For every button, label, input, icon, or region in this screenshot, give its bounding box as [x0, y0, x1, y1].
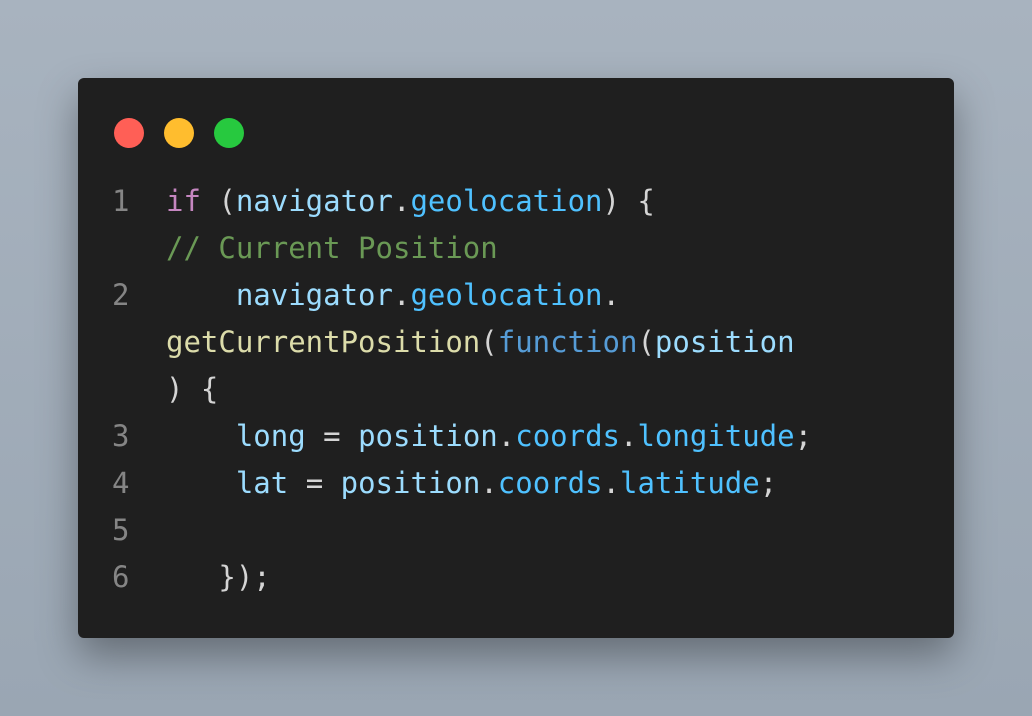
- line-number: [78, 319, 166, 366]
- code-token: geolocation: [410, 184, 603, 218]
- line-number: 6: [112, 560, 130, 594]
- code-token: coords: [497, 466, 603, 500]
- code-line: 4 lat = position.coords.latitude;: [78, 460, 954, 507]
- code-token: (: [480, 325, 498, 359]
- line-number: [78, 225, 166, 272]
- code-token: .: [392, 278, 411, 312]
- code-token: .: [480, 466, 498, 500]
- line-number: 5: [112, 513, 130, 547]
- code-token: getCurrentPosition: [166, 325, 481, 359]
- line-text: getCurrentPosition(function(position: [166, 319, 795, 366]
- code-line: 1 if (navigator.geolocation) {: [78, 178, 954, 225]
- code-token: ;: [759, 466, 778, 500]
- line-text: });: [166, 554, 271, 601]
- code-token: // Current Position: [166, 231, 498, 265]
- line-text: navigator.geolocation.: [166, 272, 620, 319]
- code-window: 1 if (navigator.geolocation) {// Current …: [78, 78, 954, 638]
- code-token: (: [200, 184, 236, 218]
- code-token: ) {: [602, 184, 655, 218]
- code-token: (: [637, 325, 655, 359]
- code-token: .: [392, 184, 411, 218]
- code-token: =: [288, 466, 341, 500]
- code-line: // Current Position: [78, 225, 954, 272]
- code-token: function: [497, 325, 638, 359]
- line-number: 3: [112, 419, 130, 453]
- close-button[interactable]: [114, 118, 144, 148]
- window-controls: [114, 118, 244, 148]
- code-line: 5: [78, 507, 954, 554]
- code-token: .: [602, 278, 620, 312]
- line-number: [78, 366, 166, 413]
- code-line: 3 long = position.coords.longitude;: [78, 413, 954, 460]
- code-line: 6 });: [78, 554, 954, 601]
- code-token: navigator: [235, 278, 393, 312]
- line-text: // Current Position: [166, 225, 498, 272]
- code-token: position: [358, 419, 498, 453]
- code-token: ;: [794, 419, 813, 453]
- line-text: [166, 507, 183, 554]
- line-text: ) {: [166, 366, 218, 413]
- code-token: });: [166, 560, 271, 594]
- code-token: if: [166, 184, 201, 218]
- code-line: 2 navigator.geolocation.: [78, 272, 954, 319]
- code-token: position: [654, 325, 795, 359]
- code-token: longitude: [637, 419, 795, 453]
- code-line: ) {: [78, 366, 954, 413]
- line-text: lat = position.coords.latitude;: [166, 460, 777, 507]
- code-block: 1 if (navigator.geolocation) {// Current …: [78, 178, 954, 601]
- maximize-button[interactable]: [214, 118, 244, 148]
- code-token: position: [340, 466, 481, 500]
- code-token: =: [305, 419, 359, 453]
- code-token: navigator: [235, 184, 393, 218]
- code-token: geolocation: [410, 278, 603, 312]
- line-number: 4: [112, 466, 130, 500]
- line-text: if (navigator.geolocation) {: [166, 178, 655, 225]
- code-token: coords: [515, 419, 620, 453]
- code-token: ) {: [166, 372, 219, 406]
- line-number: 2: [112, 278, 130, 312]
- code-token: .: [497, 419, 516, 453]
- code-token: long: [235, 419, 306, 453]
- code-line: getCurrentPosition(function(position: [78, 319, 954, 366]
- code-token: .: [602, 466, 621, 500]
- code-token: .: [620, 419, 638, 453]
- line-text: long = position.coords.longitude;: [166, 413, 812, 460]
- line-number: 1: [112, 184, 130, 218]
- code-token: lat: [235, 466, 289, 500]
- minimize-button[interactable]: [164, 118, 194, 148]
- code-token: latitude: [620, 466, 760, 500]
